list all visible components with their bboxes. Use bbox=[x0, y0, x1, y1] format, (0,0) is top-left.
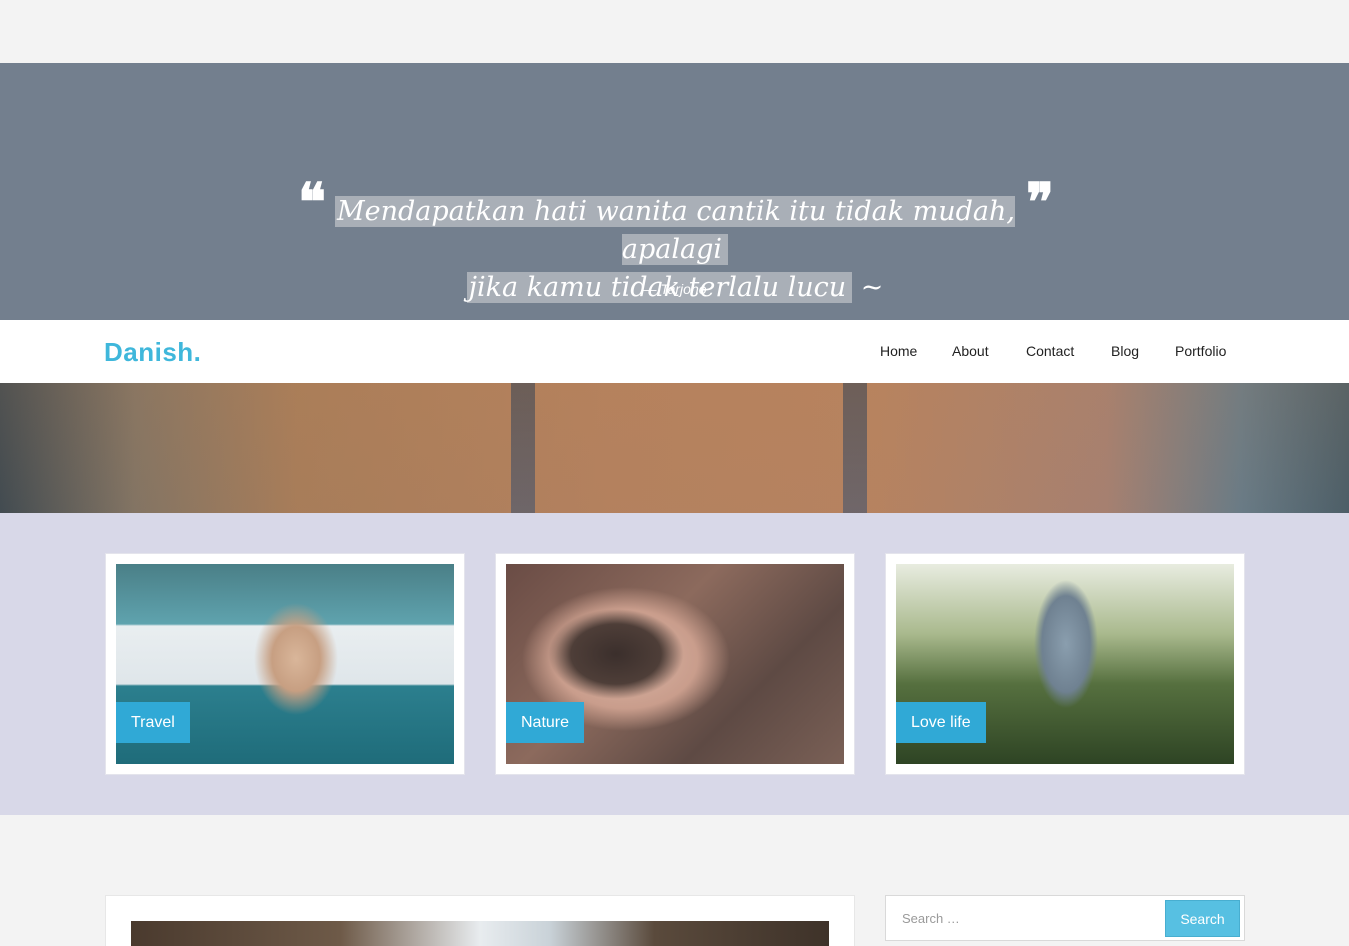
category-label[interactable]: Travel bbox=[116, 702, 190, 743]
hero-overlay bbox=[0, 383, 1349, 513]
travel-image[interactable]: Travel bbox=[116, 564, 454, 764]
navbar: Danish. Home About Contact Blog Portfoli… bbox=[0, 320, 1349, 383]
nav-home[interactable]: Home bbox=[880, 343, 917, 359]
category-label[interactable]: Love life bbox=[896, 702, 986, 743]
site-logo[interactable]: Danish. bbox=[104, 337, 201, 368]
quote-line-1: Mendapatkan hati wanita cantik itu tidak… bbox=[334, 196, 1016, 265]
nav-portfolio[interactable]: Portfolio bbox=[1175, 343, 1226, 359]
nav-about[interactable]: About bbox=[952, 343, 989, 359]
search-button[interactable]: Search bbox=[1165, 900, 1240, 937]
quote-author: — Tarjono bbox=[642, 281, 707, 297]
love-life-image[interactable]: Love life bbox=[896, 564, 1234, 764]
nature-image[interactable]: Nature bbox=[506, 564, 844, 764]
search-input[interactable] bbox=[890, 900, 1160, 936]
post-card bbox=[105, 895, 855, 946]
open-quote-icon: ❝ bbox=[298, 172, 326, 233]
category-card-nature[interactable]: Nature bbox=[495, 553, 855, 775]
nav-blog[interactable]: Blog bbox=[1111, 343, 1139, 359]
nav-contact[interactable]: Contact bbox=[1026, 343, 1074, 359]
search-widget: Search bbox=[885, 895, 1245, 941]
category-card-travel[interactable]: Travel bbox=[105, 553, 465, 775]
category-section: Travel Nature Love life bbox=[0, 513, 1349, 815]
hero-image bbox=[0, 383, 1349, 513]
close-quote-icon: ❞ bbox=[1026, 172, 1054, 233]
category-label[interactable]: Nature bbox=[506, 702, 585, 743]
post-image[interactable] bbox=[131, 921, 829, 946]
category-card-love-life[interactable]: Love life bbox=[885, 553, 1245, 775]
